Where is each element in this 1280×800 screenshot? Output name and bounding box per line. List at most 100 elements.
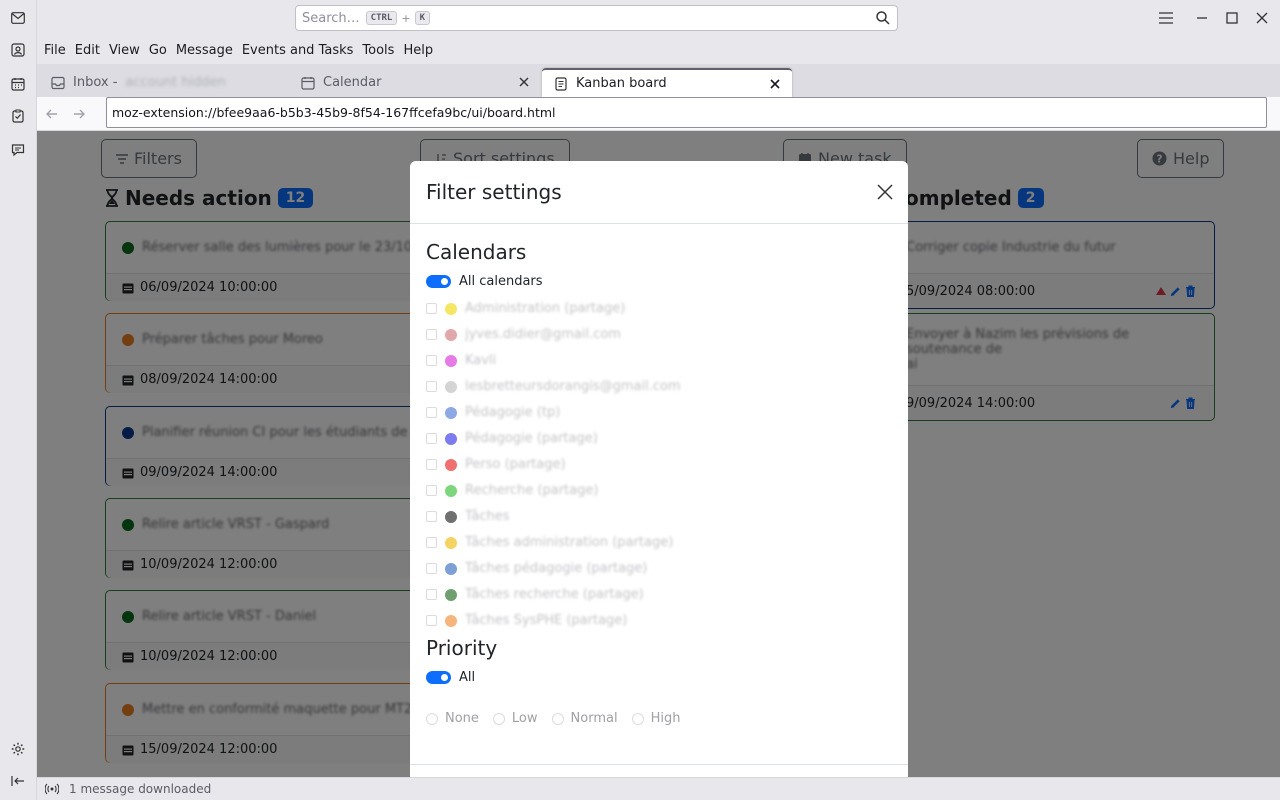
priority-all-switch-row[interactable]: All xyxy=(426,670,475,685)
menu-view[interactable]: View xyxy=(109,43,148,58)
shortcut-key-ctrl: CTRL xyxy=(365,11,398,25)
calendar-checkbox[interactable] xyxy=(426,615,437,626)
tab-inbox-label: Inbox - xyxy=(73,75,118,90)
all-calendars-label: All calendars xyxy=(459,274,543,289)
calendar-filter-row[interactable]: Recherche (partage) xyxy=(426,483,598,498)
calendar-name: Tâches pédagogie (partage) xyxy=(465,561,648,576)
collapse-sidebar-icon[interactable] xyxy=(9,772,27,790)
tab-inbox[interactable]: Inbox - account hidden xyxy=(39,68,289,97)
close-window-icon[interactable] xyxy=(1253,9,1271,27)
menu-help[interactable]: Help xyxy=(403,43,441,58)
forward-arrow-icon[interactable] xyxy=(71,106,87,122)
calendar-color-dot xyxy=(445,302,457,315)
tab-kanban-label: Kanban board xyxy=(576,76,667,91)
calendar-name: Tâches xyxy=(465,509,510,524)
menu-tools[interactable]: Tools xyxy=(362,43,402,58)
tab-calendar[interactable]: Calendar xyxy=(289,68,541,97)
calendar-checkbox[interactable] xyxy=(426,511,437,522)
calendar-checkbox[interactable] xyxy=(426,407,437,418)
calendar-checkbox[interactable] xyxy=(426,459,437,470)
calendar-name: Perso (partage) xyxy=(465,457,566,472)
menu-edit[interactable]: Edit xyxy=(75,43,108,58)
close-tab-icon[interactable] xyxy=(768,77,782,91)
menu-events-and-tasks[interactable]: Events and Tasks xyxy=(242,43,362,58)
all-calendars-toggle[interactable] xyxy=(426,275,451,288)
calendar-filter-row[interactable]: Tâches pédagogie (partage) xyxy=(426,561,647,576)
spaces-toolbar xyxy=(0,0,37,800)
menu-go[interactable]: Go xyxy=(149,43,175,58)
priority-option[interactable]: Normal xyxy=(551,711,618,726)
calendar-color-dot xyxy=(445,562,457,575)
priority-all-toggle[interactable] xyxy=(426,671,451,684)
priority-option[interactable]: None xyxy=(426,711,479,726)
close-icon[interactable] xyxy=(876,183,894,201)
all-calendars-switch-row[interactable]: All calendars xyxy=(426,274,543,289)
calendar-color-dot xyxy=(445,458,457,471)
priority-radio[interactable] xyxy=(551,712,564,725)
calendar-checkbox[interactable] xyxy=(426,537,437,548)
calendar-filter-row[interactable]: Perso (partage) xyxy=(426,457,566,472)
app-menu-icon[interactable] xyxy=(1157,9,1175,27)
calendar-color-dot xyxy=(445,484,457,497)
calendar-checkbox[interactable] xyxy=(426,485,437,496)
chat-icon[interactable] xyxy=(9,141,27,159)
priority-radio[interactable] xyxy=(492,712,505,725)
calendar-name: jyves.didier@gmail.com xyxy=(465,327,621,342)
priority-option[interactable]: Low xyxy=(492,711,538,726)
calendar-icon[interactable] xyxy=(9,75,27,93)
calendar-color-dot xyxy=(445,328,457,341)
calendar-color-dot xyxy=(445,614,457,627)
url-field[interactable]: moz-extension://bfee9aa6-b5b3-45b9-8f54-… xyxy=(106,97,1267,128)
calendars-heading: Calendars xyxy=(426,240,527,264)
menu-bar: File Edit View Go Message Events and Tas… xyxy=(37,36,1280,64)
tasks-icon[interactable] xyxy=(9,107,27,125)
calendar-name: lesbretteursdorangis@gmail.com xyxy=(465,379,681,394)
calendar-checkbox[interactable] xyxy=(426,563,437,574)
settings-gear-icon[interactable] xyxy=(9,740,27,758)
calendar-checkbox[interactable] xyxy=(426,355,437,366)
modal-title: Filter settings xyxy=(426,180,562,204)
minimize-icon[interactable] xyxy=(1193,9,1211,27)
priority-label: None xyxy=(445,711,479,726)
calendar-tab-icon xyxy=(301,76,315,90)
calendar-filter-row[interactable]: Administration (partage) xyxy=(426,301,625,316)
close-tab-icon[interactable] xyxy=(517,75,531,89)
calendar-filter-row[interactable]: Tâches SysPHE (partage) xyxy=(426,613,627,628)
priority-option[interactable]: High xyxy=(631,711,681,726)
back-arrow-icon[interactable] xyxy=(44,106,60,122)
calendar-checkbox[interactable] xyxy=(426,381,437,392)
online-status-icon[interactable] xyxy=(45,783,59,795)
calendar-checkbox[interactable] xyxy=(426,303,437,314)
calendar-name: Tâches recherche (partage) xyxy=(465,587,644,602)
priority-label: Low xyxy=(511,711,538,726)
calendar-filter-row[interactable]: Kavli xyxy=(426,353,496,368)
priority-radio[interactable] xyxy=(426,712,438,725)
global-search-input[interactable]: Search… CTRL + K xyxy=(295,5,898,31)
calendar-filter-row[interactable]: Tâches recherche (partage) xyxy=(426,587,644,602)
maximize-icon[interactable] xyxy=(1223,9,1241,27)
calendar-filter-row[interactable]: lesbretteursdorangis@gmail.com xyxy=(426,379,681,394)
calendar-filter-row[interactable]: Pédagogie (partage) xyxy=(426,431,598,446)
priority-label: Normal xyxy=(570,711,618,726)
document-icon xyxy=(555,76,567,91)
calendar-filter-row[interactable]: Tâches administration (partage) xyxy=(426,535,673,550)
calendar-checkbox[interactable] xyxy=(426,329,437,340)
tab-kanban-board[interactable]: Kanban board xyxy=(542,68,792,97)
calendar-checkbox[interactable] xyxy=(426,589,437,600)
calendar-checkbox[interactable] xyxy=(426,433,437,444)
priority-heading: Priority xyxy=(426,636,498,660)
address-book-icon[interactable] xyxy=(9,41,27,59)
search-icon[interactable] xyxy=(875,10,891,26)
calendar-filter-row[interactable]: jyves.didier@gmail.com xyxy=(426,327,621,342)
calendar-name: Tâches administration (partage) xyxy=(465,535,674,550)
calendar-filter-row[interactable]: Tâches xyxy=(426,509,510,524)
tab-calendar-label: Calendar xyxy=(323,75,382,90)
priority-label: High xyxy=(650,711,681,726)
calendar-filter-row[interactable]: Pédagogie (tp) xyxy=(426,405,560,420)
menu-file[interactable]: File xyxy=(44,43,74,58)
calendar-name: Administration (partage) xyxy=(465,301,626,316)
priority-radio[interactable] xyxy=(631,712,644,725)
menu-message[interactable]: Message xyxy=(176,43,241,58)
calendar-color-dot xyxy=(445,588,457,601)
mail-icon[interactable] xyxy=(9,9,27,27)
